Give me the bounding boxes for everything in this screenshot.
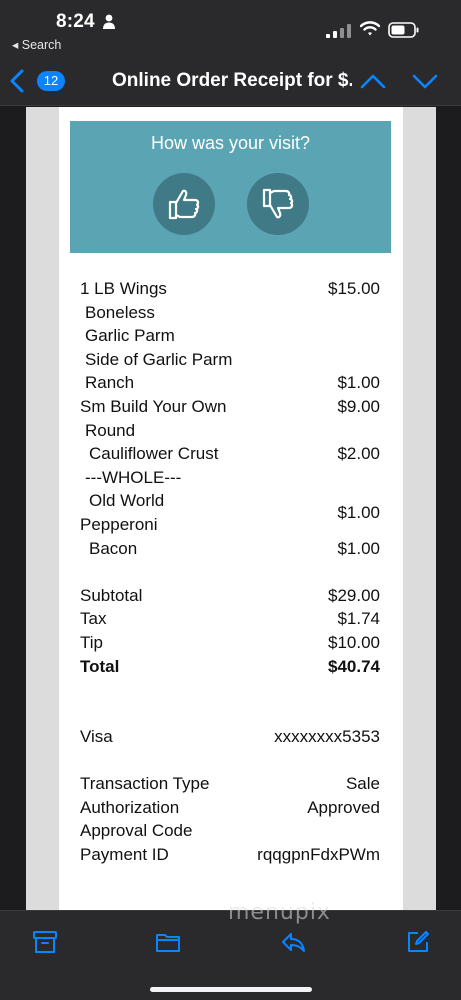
totals-label: Total	[80, 656, 120, 676]
item-amount: $9.00	[337, 396, 380, 416]
totals-label: Subtotal	[80, 585, 143, 605]
item-amount: $2.00	[337, 444, 380, 464]
item-label: Cauliflower Crust	[89, 444, 219, 464]
item-label: Round	[85, 420, 136, 440]
clock: 8:24	[56, 11, 95, 32]
item-label: Sm Build Your Own	[80, 396, 227, 416]
item-label: Garlic Parm	[85, 326, 175, 346]
previous-message-icon[interactable]	[360, 70, 386, 92]
totals-label: Tax	[80, 609, 107, 629]
cellular-signal-icon	[326, 24, 351, 38]
total-row: Total $40.74	[80, 657, 380, 681]
line-item: Garlic Parm	[80, 326, 380, 350]
item-label: Bacon	[89, 538, 138, 558]
archive-icon[interactable]	[32, 929, 58, 955]
card-number: xxxxxxxx5353	[274, 727, 380, 747]
line-item: Ranch $1.00	[80, 373, 380, 397]
watermark: menupix	[228, 900, 331, 925]
totals-amount: $29.00	[328, 585, 380, 605]
transaction-type-row: Transaction Type Sale	[80, 774, 380, 798]
item-label: Ranch	[85, 373, 135, 393]
thumbs-up-icon	[168, 189, 200, 220]
totals-amount: $40.74	[328, 656, 380, 676]
line-item: Bacon $1.00	[80, 539, 380, 563]
thumbs-up-button[interactable]	[153, 173, 215, 235]
line-item: 1 LB Wings $15.00	[80, 279, 380, 303]
feedback-panel: How was your visit?	[70, 121, 391, 253]
line-item: ---WHOLE---	[80, 468, 380, 492]
line-item: Side of Garlic Parm	[80, 350, 380, 374]
home-indicator	[150, 987, 312, 992]
line-item: Cauliflower Crust $2.00	[80, 444, 380, 468]
transaction-value: Approved	[307, 797, 380, 817]
payment-id-row: Payment ID rqqgpnFdxPWm	[80, 845, 380, 869]
transaction-label: Approval Code	[80, 821, 193, 841]
tax-row: Tax $1.74	[80, 609, 380, 633]
thumbs-down-button[interactable]	[247, 173, 309, 235]
totals-amount: $10.00	[328, 632, 380, 652]
item-label: Side of Garlic Parm	[85, 349, 233, 369]
transaction-value: rqqgpnFdxPWm	[257, 845, 380, 865]
transaction-label: Transaction Type	[80, 774, 210, 794]
feedback-prompt: How was your visit?	[150, 133, 311, 153]
totals-label: Tip	[80, 632, 103, 652]
item-label: Boneless	[85, 302, 155, 322]
mail-nav-bar: 12 Online Order Receipt for $...	[0, 56, 461, 106]
line-item: Sm Build Your Own $9.00	[80, 397, 380, 421]
back-to-search-link[interactable]: ◂ Search	[12, 37, 61, 52]
line-item: Pepperoni	[80, 515, 380, 539]
tip-row: Tip $10.00	[80, 633, 380, 657]
payment-card-row: Visa xxxxxxxx5353	[80, 727, 380, 751]
item-amount: $15.00	[328, 279, 380, 298]
line-item: Round	[80, 421, 380, 445]
subtotal-row: Subtotal $29.00	[80, 586, 380, 610]
battery-icon	[388, 22, 419, 38]
card-type: Visa	[80, 727, 113, 747]
transaction-label: Authorization	[80, 797, 180, 817]
status-bar: 8:24 ◂ Search	[0, 0, 461, 56]
transaction-value: Sale	[345, 774, 380, 794]
next-message-icon[interactable]	[412, 70, 438, 92]
transaction-label: Payment ID	[80, 845, 169, 865]
authorization-row: Authorization Approved	[80, 798, 380, 822]
approval-code-row: Approval Code	[80, 821, 380, 845]
line-item: Boneless	[80, 303, 380, 327]
line-item: Old World $1.00	[80, 491, 380, 522]
person-icon	[103, 14, 115, 29]
item-label: 1 LB Wings	[80, 279, 167, 298]
folder-icon[interactable]	[155, 929, 181, 955]
thumbs-down-icon	[262, 188, 294, 219]
totals-amount: $1.74	[337, 609, 380, 629]
compose-icon[interactable]	[405, 929, 431, 955]
message-subject-title: Online Order Receipt for $...	[112, 70, 352, 91]
back-chevron-icon[interactable]	[8, 68, 26, 94]
item-label: Old World	[89, 491, 165, 511]
item-label: Pepperoni	[80, 514, 158, 534]
unread-count-badge[interactable]: 12	[37, 71, 65, 91]
item-label: ---WHOLE---	[85, 467, 182, 487]
receipt: 1 LB Wings $15.00 Boneless Garlic Parm Si…	[80, 279, 380, 869]
item-amount: $1.00	[337, 373, 380, 393]
email-body: How was your visit? 1 LB Wings $15.00 Bon…	[0, 107, 461, 910]
wifi-icon	[360, 21, 380, 36]
item-amount: $1.00	[337, 538, 380, 558]
reply-icon[interactable]	[280, 929, 306, 955]
